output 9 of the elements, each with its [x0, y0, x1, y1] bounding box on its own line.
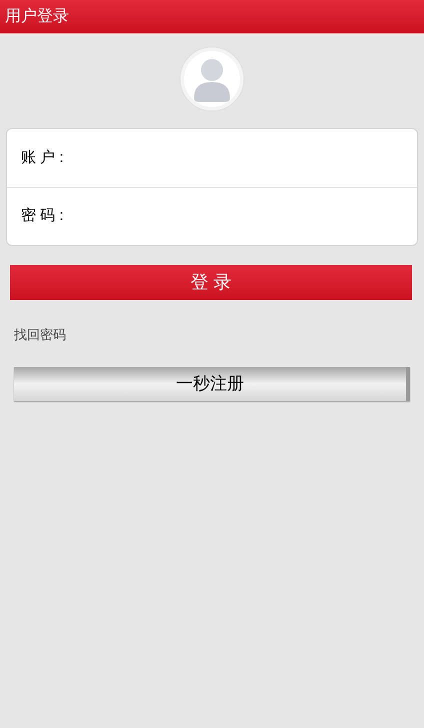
field-label: 账 户 :	[21, 148, 64, 168]
forgot-password-link[interactable]: 找回密码	[14, 327, 66, 342]
input-field[interactable]: 密 码 :	[7, 187, 417, 245]
field-label: 密 码 :	[21, 206, 64, 226]
register-button[interactable]: 一秒注册	[14, 367, 410, 401]
window-title: 用户登录	[5, 6, 69, 26]
avatar-icon	[179, 46, 245, 112]
input-field[interactable]: 账 户 :	[7, 129, 417, 187]
login-button[interactable]: 登 录	[10, 265, 412, 300]
